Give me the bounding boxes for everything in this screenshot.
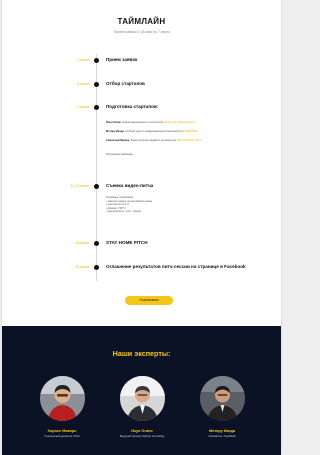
timeline-date: 8 июня: [77, 82, 89, 86]
expert-name: Мотару Икада: [208, 429, 236, 433]
timeline-line: [96, 54, 97, 281]
expert-card: Мотару Икада Основатель TrueMedia: [192, 376, 252, 438]
timeline-date: 7 июня: [77, 58, 89, 62]
timeline-date: 18 июня: [75, 241, 89, 245]
timeline-title: Отбор стартапов: [106, 81, 145, 86]
timeline-title: Оглашение результатов питч-сессии на стр…: [106, 264, 246, 269]
mentor-entry: Илья Олим, нейрокоммуникация и психологи…: [106, 121, 196, 124]
experts-section: Наши эксперты: Хиросе Макиро Генеральный…: [2, 326, 281, 455]
expert-avatar: [199, 376, 245, 421]
page: ТАЙМЛАЙН Прием заявок с 18 мая по 7 июня…: [2, 0, 281, 455]
expert-card: Икуо Огино Ведущий партнер Skybyte Consu…: [112, 376, 172, 438]
timeline-date: 11-12 июня: [70, 184, 89, 188]
expert-name: Хиросе Макиро: [47, 429, 77, 433]
mentor-topic: Особый урок по информационной безопаснос…: [125, 130, 184, 134]
timeline-date: 20 июня: [75, 265, 89, 269]
mentor-link[interactable]: КИБЕРБЕЗ: [184, 130, 197, 133]
timeline-dot: [94, 240, 99, 246]
timeline-dot: [94, 81, 99, 87]
experts-title: Наши эксперты:: [112, 349, 171, 358]
expert-card: Хиросе Макиро Генеральный директор JUSA: [32, 376, 92, 438]
requirements-list: записать видео на английском языке длите…: [106, 200, 256, 214]
page-title: ТАЙМЛАЙН: [117, 17, 166, 26]
timeline-dot: [94, 104, 99, 110]
page-subtitle: Прием заявок с 18 мая по 7 июня: [113, 30, 170, 34]
timeline-title: Прием заявок: [106, 57, 138, 62]
expert-role: Генеральный директор JUSA: [44, 434, 80, 438]
mentor-entry: Мотару Икада, Особый урок по информацион…: [106, 130, 198, 134]
expert-avatar: [119, 376, 165, 421]
webinar-note: Обучающие вебинары: [106, 152, 134, 156]
requirements: Основные требования: записать видео на а…: [106, 196, 256, 214]
mentor-topic: Какие вопросы задавать на демо-дне: [130, 139, 177, 143]
mentor-topic: нейрокоммуникация и психология: [121, 121, 163, 124]
mentor-name: Мотару Икада: [106, 130, 124, 134]
timeline-title: Съемка видео-питча: [106, 183, 154, 188]
timeline-dot: [94, 57, 99, 63]
requirement-item: деятельность: питч - проект: [106, 210, 256, 214]
timeline-dot: [94, 183, 99, 189]
timeline-title: Подготовка стартапов:: [106, 104, 159, 109]
mentor-name: Илья Олим: [106, 121, 121, 124]
timeline-date: 9 июня: [77, 105, 89, 109]
expert-role: Ведущий партнер Skybyte Consulting: [119, 434, 165, 438]
timeline-dot: [94, 264, 99, 270]
expert-name: Икуо Огино: [131, 429, 153, 433]
mentor-list: Илья Олим, нейрокоммуникация и психологи…: [106, 121, 256, 162]
participate-button[interactable]: Участвовать: [125, 296, 173, 305]
mentor-entry: Семенова Марина, Какие вопросы задавать …: [106, 139, 202, 143]
mentor-link[interactable]: КАК СКАЗАТЬ ПИТЧ: [177, 139, 202, 142]
expert-avatar: [39, 376, 85, 421]
expert-role: Основатель TrueMedia: [208, 434, 236, 438]
mentor-name: Семенова Марина: [106, 139, 130, 143]
timeline-title: STAY HOME PITCH: [106, 240, 148, 245]
mentor-link[interactable]: конверсия бизнес-модели: [164, 121, 195, 124]
